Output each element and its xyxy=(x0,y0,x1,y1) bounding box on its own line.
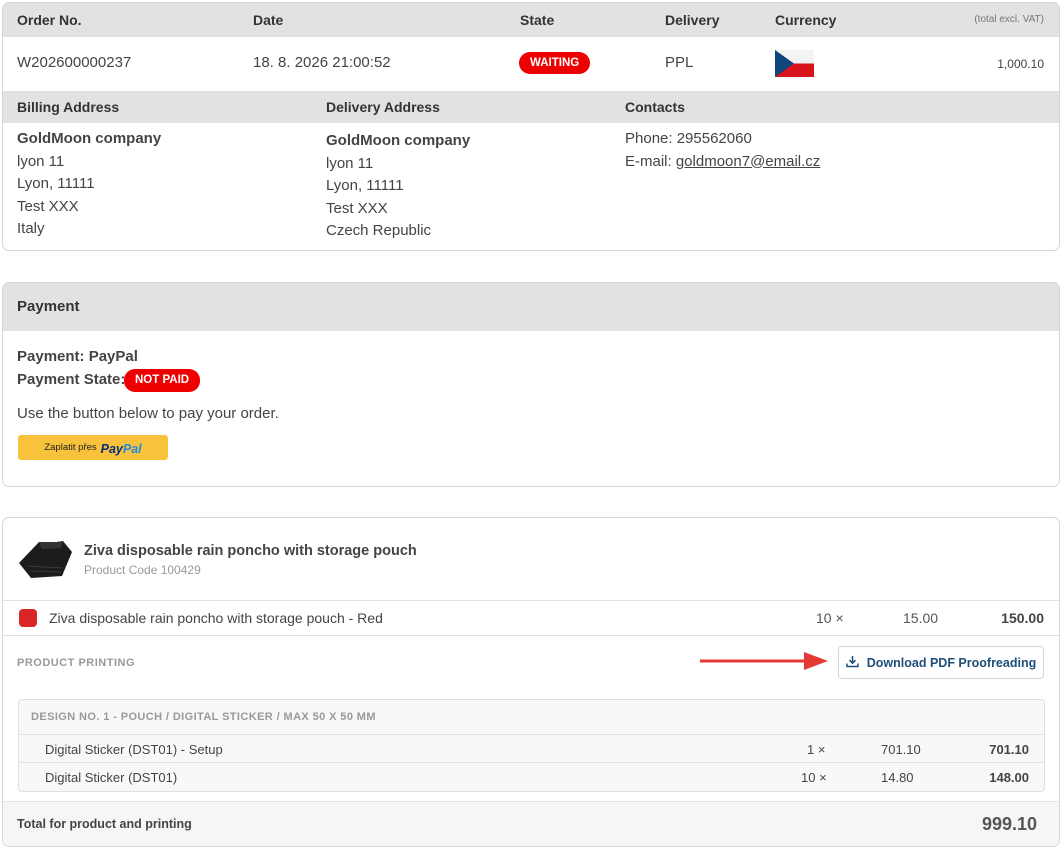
payment-state-label: Payment State: xyxy=(17,371,126,388)
divider xyxy=(3,600,1059,601)
table-row: Digital Sticker (DST01) 10 × 14.80 148.0… xyxy=(19,762,1044,790)
email-label: E-mail: xyxy=(625,152,672,170)
czech-flag-icon xyxy=(775,50,814,77)
delivery-country: Czech Republic xyxy=(326,222,432,239)
paypal-logo-icon: PayPal xyxy=(100,441,142,456)
product-printing-label: PRODUCT PRINTING xyxy=(17,657,135,669)
product-card: Ziva disposable rain poncho with storage… xyxy=(2,517,1060,847)
download-icon xyxy=(846,655,859,671)
divider xyxy=(3,635,1059,636)
col-header-date: Date xyxy=(253,12,284,28)
billing-region: Test XXX xyxy=(17,197,79,215)
address-header-row: Billing Address Delivery Address Contact… xyxy=(3,91,1059,123)
order-number: W202600000237 xyxy=(17,54,132,71)
order-summary-card: Order No. Date State Delivery Currency (… xyxy=(2,2,1060,251)
product-total-row: Total for product and printing 999.10 xyxy=(3,801,1059,846)
design-item-unit-price: 701.10 xyxy=(881,742,921,757)
order-state-badge: WAITING xyxy=(519,52,591,74)
contacts: Phone: 295562060 E-mail: goldmoon7@email… xyxy=(625,128,820,173)
payment-instruction: Use the button below to pay your order. xyxy=(17,405,279,422)
contacts-heading: Contacts xyxy=(625,99,685,115)
design-item-name: Digital Sticker (DST01) xyxy=(45,770,178,785)
col-header-state: State xyxy=(520,12,555,28)
annotation-arrow-icon xyxy=(700,652,828,670)
download-button-label: Download PDF Proofreading xyxy=(866,655,1037,670)
design-item-name: Digital Sticker (DST01) - Setup xyxy=(45,742,223,757)
phone-label: Phone: xyxy=(625,130,673,147)
col-header-delivery: Delivery xyxy=(665,12,720,28)
billing-address: GoldMoon company lyon 11 Lyon, 11111 Tes… xyxy=(17,128,161,241)
payment-title: Payment xyxy=(17,298,80,315)
delivery-street: lyon 11 xyxy=(326,154,374,172)
contact-phone: Phone: 295562060 xyxy=(625,128,820,151)
billing-company: GoldMoon company xyxy=(17,130,162,147)
design-title: DESIGN NO. 1 - POUCH / DIGITAL STICKER /… xyxy=(31,711,376,723)
billing-country: Italy xyxy=(17,220,45,237)
delivery-company: GoldMoon company xyxy=(326,132,471,149)
delivery-address: GoldMoon company lyon 11 Lyon, 11111 Tes… xyxy=(326,130,470,243)
product-total-value: 999.10 xyxy=(981,814,1037,834)
design-item-total: 701.10 xyxy=(989,742,1029,757)
billing-city: Lyon, 11111 xyxy=(17,175,95,192)
design-item-qty: 1 × xyxy=(807,742,826,757)
paypal-pay-button[interactable]: Zaplatit přes PayPal xyxy=(18,435,168,460)
order-date: 18. 8. 2026 21:00:52 xyxy=(253,54,391,71)
delivery-city: Lyon, 11111 xyxy=(326,177,404,194)
design-item-total: 148.00 xyxy=(989,770,1029,785)
order-total: 1,000.10 xyxy=(997,57,1044,71)
contact-email: E-mail: goldmoon7@email.cz xyxy=(625,151,820,174)
payment-method: Payment: PayPal xyxy=(17,348,138,365)
payment-card: Payment Payment: PayPal Payment State: N… xyxy=(2,282,1060,487)
col-header-currency: Currency xyxy=(775,12,837,28)
order-header-row: Order No. Date State Delivery Currency (… xyxy=(3,3,1059,37)
delivery-region: Test XXX xyxy=(326,199,388,217)
col-header-order-no: Order No. xyxy=(17,12,82,28)
variant-total: 150.00 xyxy=(1001,610,1044,626)
product-thumbnail-image xyxy=(17,538,75,580)
billing-address-heading: Billing Address xyxy=(17,99,120,115)
paypal-button-label: Zaplatit přes xyxy=(44,442,97,453)
product-name: Ziva disposable rain poncho with storage… xyxy=(84,543,417,559)
col-header-total-note: (total excl. VAT) xyxy=(974,14,1044,25)
color-swatch-red xyxy=(19,609,37,627)
email-link[interactable]: goldmoon7@email.cz xyxy=(676,153,820,170)
phone-value: 295562060 xyxy=(676,130,752,147)
payment-state-badge: NOT PAID xyxy=(124,369,201,392)
design-item-qty: 10 × xyxy=(801,770,827,785)
variant-qty: 10 × xyxy=(816,610,844,626)
design-block: DESIGN NO. 1 - POUCH / DIGITAL STICKER /… xyxy=(18,699,1045,792)
download-pdf-proofreading-button[interactable]: Download PDF Proofreading xyxy=(838,646,1044,679)
payment-header: Payment xyxy=(3,283,1059,331)
design-item-unit-price: 14.80 xyxy=(881,770,914,785)
variant-unit-price: 15.00 xyxy=(903,610,939,626)
product-code: Product Code 100429 xyxy=(84,563,201,577)
variant-name: Ziva disposable rain poncho with storage… xyxy=(49,610,383,626)
product-total-label: Total for product and printing xyxy=(17,817,192,831)
delivery-address-heading: Delivery Address xyxy=(326,99,440,115)
billing-street: lyon 11 xyxy=(17,152,65,170)
delivery-method: PPL xyxy=(665,54,694,71)
table-row: Digital Sticker (DST01) - Setup 1 × 701.… xyxy=(19,734,1044,762)
